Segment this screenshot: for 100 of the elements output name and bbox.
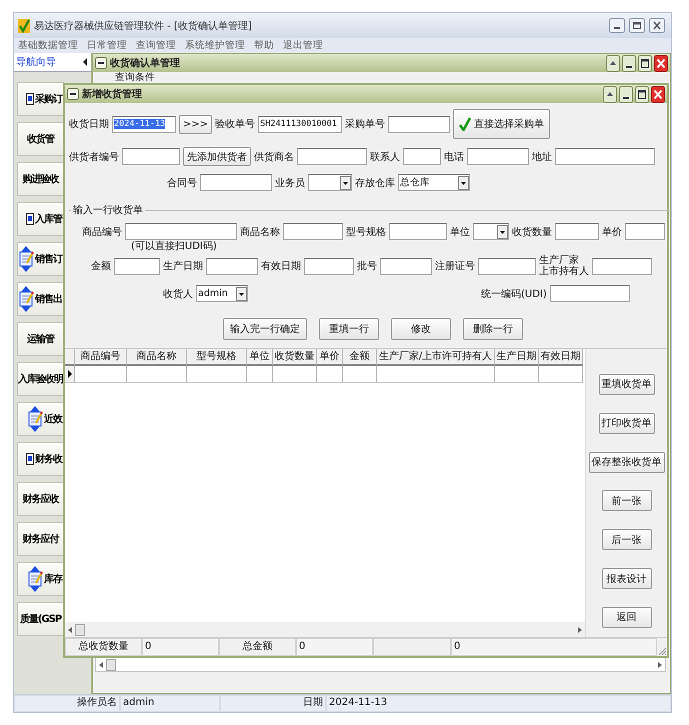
caret-icon [340, 176, 351, 190]
nav-button[interactable]: 购进验收 [17, 162, 64, 196]
form-button[interactable]: 修改 [391, 318, 451, 340]
input-field[interactable] [478, 258, 536, 274]
table-cell [539, 366, 583, 383]
input-field[interactable]: 2024-11-13 [112, 116, 176, 132]
input-field[interactable] [403, 148, 441, 165]
input-field[interactable] [206, 258, 258, 274]
form-button[interactable]: 删除一行 [463, 318, 523, 340]
scroll-right-icon[interactable] [658, 662, 662, 668]
field-label: 型号规格 [346, 226, 386, 238]
scroll-left-icon[interactable] [68, 626, 72, 632]
minimize-icon[interactable] [619, 86, 633, 102]
maximize-icon[interactable] [629, 18, 645, 33]
field-label: 收货数量 [512, 226, 552, 238]
column-header[interactable]: 生产日期 [495, 349, 539, 366]
collapse-icon[interactable] [83, 58, 88, 66]
column-header[interactable]: 金额 [343, 349, 377, 366]
close-icon[interactable] [654, 54, 668, 72]
nav-button[interactable]: 财务收 [17, 442, 64, 476]
horizontal-scrollbar[interactable] [95, 657, 666, 672]
input-field[interactable] [555, 148, 655, 165]
dropdown[interactable]: admin [196, 285, 248, 302]
maximize-icon[interactable] [638, 54, 652, 72]
menu-item[interactable]: 退出管理 [283, 39, 323, 52]
scroll-right-icon[interactable] [578, 626, 582, 632]
nav-button[interactable]: 财务应收 [17, 482, 64, 516]
horizontal-scrollbar[interactable] [65, 622, 585, 637]
input-field[interactable] [380, 258, 432, 274]
menu-item[interactable]: 帮助 [254, 39, 274, 52]
column-header[interactable]: 商品名称 [127, 349, 187, 366]
column-header[interactable]: 单位 [247, 349, 273, 366]
window-title: 易达医疗器械供应链管理软件 - [收货确认单管理] [34, 20, 253, 32]
field-label: 单价 [602, 226, 622, 238]
input-field[interactable] [388, 116, 450, 132]
input-field[interactable] [389, 223, 447, 240]
side-button[interactable]: 重填收货单 [598, 374, 654, 395]
nav-button[interactable]: 销售订 [17, 242, 64, 276]
side-button[interactable]: 返回 [602, 606, 652, 628]
scroll-up-icon[interactable] [606, 54, 620, 72]
input-field[interactable] [125, 223, 237, 240]
menu-item[interactable]: 查询管理 [136, 39, 176, 52]
input-field[interactable] [304, 258, 354, 274]
input-field[interactable] [297, 148, 367, 165]
column-header[interactable]: 单价 [317, 349, 343, 366]
input-field[interactable] [200, 174, 272, 191]
side-button[interactable]: 打印收货单 [598, 412, 654, 434]
scroll-left-icon[interactable] [99, 662, 103, 668]
menu-item[interactable]: 基础数据管理 [18, 39, 78, 52]
column-header[interactable]: 收货数量 [273, 349, 317, 366]
form-button[interactable]: 重填一行 [319, 318, 379, 340]
form-button[interactable]: 先添加供货者 [183, 147, 251, 166]
form-button[interactable]: >>> [179, 114, 212, 134]
scroll-up-icon[interactable] [603, 86, 617, 102]
close-icon[interactable] [651, 86, 665, 102]
nav-button[interactable]: 入库管 [17, 202, 64, 236]
column-header[interactable]: 生产厂家/上市许可持有人 [377, 349, 495, 366]
side-button[interactable]: 保存整张收货单 [588, 452, 664, 473]
side-button[interactable]: 后一张 [602, 529, 652, 550]
nav-button[interactable]: 库存 [17, 562, 64, 596]
nav-button[interactable]: 运输管 [17, 322, 64, 356]
maximize-icon[interactable] [635, 86, 649, 102]
nav-button[interactable]: 收货管 [17, 122, 64, 156]
input-field[interactable] [592, 258, 652, 274]
nav-button[interactable]: 销售出 [17, 282, 64, 316]
window-menu-icon[interactable] [95, 57, 107, 69]
dropdown[interactable] [308, 174, 352, 191]
column-header[interactable]: 型号规格 [187, 349, 247, 366]
nav-button[interactable]: 近效 [17, 402, 64, 436]
input-field[interactable] [114, 258, 160, 274]
form-button[interactable]: 输入完一行确定 [223, 318, 307, 340]
nav-button[interactable]: 入库验收明 [17, 362, 64, 396]
scroll-thumb[interactable] [106, 658, 116, 670]
nav-button[interactable]: 采购订 [17, 82, 64, 116]
input-field[interactable] [625, 223, 665, 240]
select-order-button[interactable]: 直接选择采购单 [453, 109, 550, 139]
dropdown[interactable]: 总仓库 [398, 174, 470, 191]
document-arrows-icon [27, 566, 43, 592]
input-field[interactable] [555, 223, 599, 240]
window-menu-icon[interactable] [67, 88, 79, 100]
input-field[interactable]: SH2411130010001 [258, 116, 342, 132]
close-icon[interactable] [649, 18, 665, 33]
input-field[interactable] [283, 223, 343, 240]
field-label: 收货人 [163, 288, 193, 300]
dropdown[interactable] [473, 223, 509, 240]
nav-button[interactable]: 质量(GSP [17, 602, 64, 636]
side-button[interactable]: 报表设计 [602, 568, 652, 590]
table-cell [247, 366, 273, 383]
side-button[interactable]: 前一张 [602, 490, 652, 512]
menu-item[interactable]: 日常管理 [87, 39, 127, 52]
nav-button[interactable]: 财务应付 [17, 522, 64, 556]
column-header[interactable]: 有效日期 [539, 349, 583, 366]
column-header[interactable]: 商品编号 [75, 349, 127, 366]
minimize-icon[interactable] [622, 54, 636, 72]
menu-item[interactable]: 系统维护管理 [185, 39, 245, 52]
input-field[interactable] [550, 285, 630, 302]
input-field[interactable] [467, 148, 529, 165]
input-field[interactable] [122, 148, 180, 165]
minimize-icon[interactable] [609, 18, 625, 33]
scroll-thumb[interactable] [75, 624, 85, 636]
